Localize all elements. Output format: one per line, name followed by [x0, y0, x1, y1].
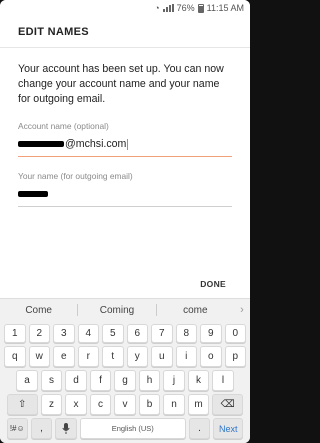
field-underline [18, 156, 232, 157]
key[interactable]: v [114, 394, 136, 415]
signal-icon [162, 4, 174, 12]
key[interactable]: u [151, 346, 173, 367]
space-bar[interactable]: English (US) [79, 418, 186, 439]
chevron-right-icon[interactable]: › [234, 304, 250, 316]
account-name-label: Account name (optional) [18, 121, 109, 131]
microphone-icon[interactable] [55, 418, 77, 439]
key[interactable]: b [138, 394, 161, 415]
suggestion-item[interactable]: come [157, 305, 234, 316]
backspace-key-icon[interactable]: ⌫ [212, 394, 244, 415]
clock: 11:15 AM [206, 3, 244, 13]
key[interactable]: 1 [4, 324, 26, 343]
key[interactable]: g [114, 370, 136, 391]
key[interactable]: t [102, 346, 124, 367]
key[interactable]: o [200, 346, 222, 367]
key[interactable]: i [175, 346, 197, 367]
your-name-label: Your name (for outgoing email) [18, 171, 133, 181]
bottom-row: !#☺ , English (US) . Next [0, 418, 250, 439]
symbols-key[interactable]: !#☺ [6, 418, 28, 439]
key[interactable]: p [224, 346, 246, 367]
key[interactable]: 8 [175, 324, 197, 343]
key[interactable]: z [40, 394, 63, 415]
key[interactable]: x [65, 394, 87, 415]
key[interactable]: a [16, 370, 38, 391]
suggestion-bar: Come Coming come › [0, 299, 250, 321]
key[interactable]: 0 [224, 324, 246, 343]
account-name-field[interactable]: Account name (optional) @mchsi.com [18, 121, 232, 157]
done-button[interactable]: DONE [200, 279, 226, 289]
account-name-value: @mchsi.com [65, 138, 127, 150]
account-name-input[interactable]: @mchsi.com [18, 136, 232, 152]
field-underline [18, 206, 232, 207]
key[interactable]: r [77, 346, 99, 367]
battery-icon [197, 3, 204, 13]
main-content: Your account has been set up. You can no… [0, 48, 250, 207]
redacted-text [18, 141, 64, 147]
phone-screen: ◔ 76% 11:15 AM EDIT NAMES Your account h… [0, 0, 250, 443]
key[interactable]: 9 [200, 324, 222, 343]
key[interactable]: e [53, 346, 75, 367]
key[interactable]: d [65, 370, 87, 391]
period-key[interactable]: . [188, 418, 211, 439]
battery-percent: 76% [176, 3, 195, 13]
letter-row-2: a s d f g h j k l [0, 370, 250, 391]
key[interactable]: j [163, 370, 185, 391]
key[interactable]: 7 [151, 324, 173, 343]
key[interactable]: s [40, 370, 63, 391]
next-button[interactable]: Next [213, 418, 244, 439]
suggestion-item[interactable]: Coming [78, 305, 155, 316]
key[interactable]: k [187, 370, 210, 391]
key[interactable]: 5 [102, 324, 124, 343]
comma-label: , [40, 423, 43, 434]
number-row: 1 2 3 4 5 6 7 8 9 0 [0, 324, 250, 343]
your-name-field[interactable]: Your name (for outgoing email) [18, 171, 232, 207]
comma-key[interactable]: , [30, 418, 53, 439]
key[interactable]: 2 [28, 324, 50, 343]
redacted-text [18, 191, 48, 197]
keyboard: Come Coming come › 1 2 3 4 5 6 7 8 9 0 q… [0, 298, 250, 443]
key[interactable]: 4 [77, 324, 99, 343]
key[interactable]: 6 [126, 324, 148, 343]
key[interactable]: h [138, 370, 161, 391]
key[interactable]: 3 [53, 324, 75, 343]
setup-message: Your account has been set up. You can no… [18, 63, 224, 105]
key[interactable]: w [28, 346, 50, 367]
suggestion-item[interactable]: Come [0, 305, 77, 316]
key[interactable]: q [4, 346, 26, 367]
your-name-input[interactable] [18, 186, 232, 202]
status-bar: ◔ 76% 11:15 AM [0, 0, 250, 16]
key[interactable]: c [89, 394, 112, 415]
key[interactable]: l [212, 370, 234, 391]
letter-row-3: ⇧ z x c v b n m ⌫ [0, 394, 250, 415]
page-title: EDIT NAMES [0, 16, 250, 48]
shift-key-icon[interactable]: ⇧ [6, 394, 38, 415]
text-cursor [127, 138, 129, 150]
key[interactable]: m [187, 394, 210, 415]
key[interactable]: f [89, 370, 112, 391]
key[interactable]: y [126, 346, 148, 367]
letter-row-1: q w e r t y u i o p [0, 346, 250, 367]
wifi-icon: ◔ [154, 3, 160, 13]
key[interactable]: n [163, 394, 185, 415]
